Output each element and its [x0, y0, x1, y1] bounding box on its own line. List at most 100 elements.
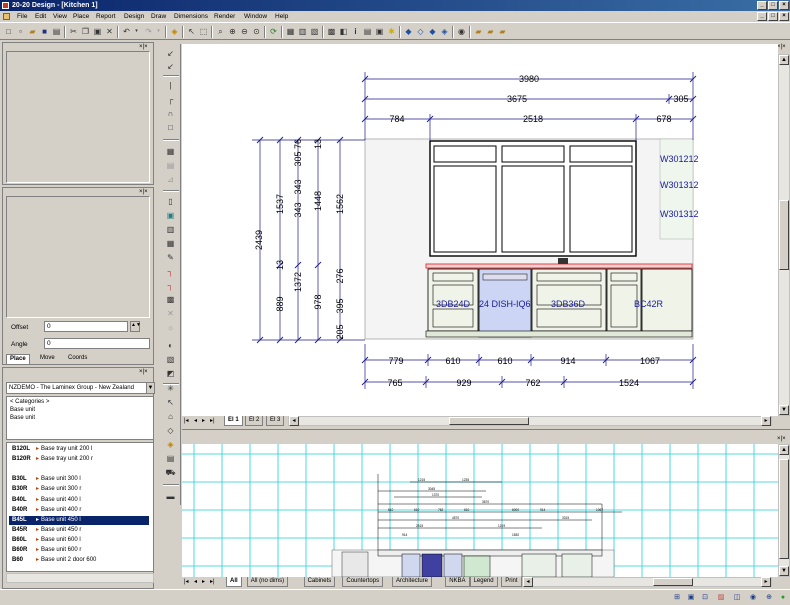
- plan-tab[interactable]: Countertops: [342, 577, 384, 587]
- snap-icon[interactable]: ▤: [165, 161, 176, 171]
- status-layer-icon[interactable]: ▣: [686, 593, 696, 603]
- light-icon[interactable]: ✱: [386, 26, 397, 37]
- catalog-item[interactable]: ▸ B45L Base unit 450 l: [9, 515, 149, 526]
- nav-first-icon[interactable]: |◂: [184, 578, 189, 585]
- page-icon[interactable]: ◧: [338, 26, 349, 37]
- scroll-thumb[interactable]: [449, 417, 529, 425]
- offset-stepper[interactable]: ▲▼: [130, 321, 141, 332]
- panel-close-icon[interactable]: ×|×: [139, 189, 148, 195]
- catalog-scrollbar[interactable]: [6, 573, 154, 583]
- menu-dimensions[interactable]: Dimensions: [174, 12, 208, 21]
- category-item[interactable]: Base unit: [10, 407, 35, 413]
- catalog-item[interactable]: [9, 465, 149, 475]
- undo-icon[interactable]: ↶: [121, 26, 132, 37]
- cart-icon[interactable]: ⛟: [165, 468, 176, 478]
- scroll-down-icon[interactable]: ▼: [779, 566, 789, 576]
- tab-move[interactable]: Move: [37, 354, 58, 364]
- status-ortho-icon[interactable]: ▨: [716, 593, 726, 603]
- status-link-icon[interactable]: ⊕: [764, 593, 774, 603]
- menu-render[interactable]: Render: [214, 12, 235, 21]
- nav-prev-icon[interactable]: ◂: [194, 417, 197, 424]
- child-minimize-button[interactable]: _: [757, 12, 767, 21]
- maximize-button[interactable]: □: [768, 1, 778, 10]
- wall-line-icon[interactable]: |: [165, 81, 176, 91]
- menu-report[interactable]: Report: [96, 12, 116, 21]
- material-icon[interactable]: ◩: [165, 369, 176, 379]
- angle-icon[interactable]: ⊿: [165, 175, 176, 185]
- category-breadcrumb[interactable]: < Categories >: [10, 399, 49, 405]
- minimize-button[interactable]: _: [757, 1, 767, 10]
- menu-edit[interactable]: Edit: [35, 12, 46, 21]
- nav-last-icon[interactable]: ▸|: [210, 578, 215, 585]
- folder-open-icon[interactable]: ▰: [473, 26, 484, 37]
- render-cube-icon[interactable]: ◆: [403, 26, 414, 37]
- rotate-icon[interactable]: ◐: [165, 341, 176, 351]
- plan-tab[interactable]: Architecture: [392, 577, 433, 587]
- wall-corner-icon[interactable]: ┌: [165, 95, 176, 105]
- menu-place[interactable]: Place: [73, 12, 89, 21]
- offset-input[interactable]: 0: [44, 321, 128, 332]
- catalog-item[interactable]: ▸ B30R Base unit 300 r: [9, 485, 149, 495]
- undo-dropdown-icon[interactable]: ▾: [133, 26, 140, 37]
- sun-icon[interactable]: ✳: [165, 384, 176, 394]
- camera-icon[interactable]: ◉: [456, 26, 467, 37]
- scroll-thumb[interactable]: [779, 459, 789, 559]
- elevation-view-icon[interactable]: ▥: [297, 26, 308, 37]
- nav-first-icon[interactable]: |◂: [184, 417, 189, 424]
- zoom-out-icon[interactable]: ⊖: [239, 26, 250, 37]
- scroll-right-icon[interactable]: ▸: [761, 416, 771, 426]
- nav-next-icon[interactable]: ▸: [202, 578, 205, 585]
- category-item[interactable]: Base unit: [10, 415, 35, 421]
- plan-tab[interactable]: All (no dims): [246, 577, 289, 587]
- catalog-item[interactable]: ▸ B45R Base unit 450 r: [9, 526, 149, 536]
- select-arrow-icon[interactable]: ↖: [186, 26, 197, 37]
- scroll-thumb[interactable]: [779, 200, 789, 270]
- child-close-button[interactable]: ×: [779, 12, 789, 21]
- folder-new-icon[interactable]: ▰: [485, 26, 496, 37]
- tab-coords[interactable]: Coords: [65, 354, 90, 364]
- plan-canvas[interactable]: 1215 1235 3045 1370 3670 610 610 762 610…: [182, 444, 778, 578]
- save-icon[interactable]: ■: [39, 26, 50, 37]
- catalog-select[interactable]: NZDEMO - The Laminex Group - New Zealand: [6, 382, 149, 394]
- tab-el-2[interactable]: El 2: [245, 416, 264, 426]
- status-object-icon[interactable]: ◫: [732, 593, 742, 603]
- render-shade-icon[interactable]: ◆: [427, 26, 438, 37]
- plan-tab[interactable]: NKBA: [445, 577, 470, 587]
- wall-u-icon[interactable]: ∩: [165, 109, 176, 119]
- catalog-item[interactable]: ▸ B40L Base unit 400 l: [9, 496, 149, 506]
- status-snap-icon[interactable]: ⊡: [700, 593, 710, 603]
- pencil-icon[interactable]: ✎: [165, 253, 176, 263]
- catalog-item[interactable]: ▸ B120L Base tray unit 200 l: [9, 445, 149, 455]
- zoom-icon[interactable]: ⌕: [215, 26, 226, 37]
- catalog-item[interactable]: ▸ B40R Base unit 400 r: [9, 506, 149, 516]
- redo-dropdown-icon[interactable]: ▾: [155, 26, 162, 37]
- nav-next-icon[interactable]: ▸: [202, 417, 205, 424]
- wall-box-icon[interactable]: □: [165, 123, 176, 133]
- delete-icon[interactable]: ✕: [104, 26, 115, 37]
- select-box-icon[interactable]: ⬚: [198, 26, 209, 37]
- menu-file[interactable]: File: [17, 12, 27, 21]
- catalog-item-list[interactable]: ▸ B120L Base tray unit 200 l ▸ B120R Base tra…: [6, 442, 154, 572]
- perspective-view-icon[interactable]: ▧: [309, 26, 320, 37]
- plan-view-icon[interactable]: ▦: [285, 26, 296, 37]
- cross-icon[interactable]: ✕: [165, 309, 176, 319]
- menu-view[interactable]: View: [53, 12, 67, 21]
- catalog-item[interactable]: ▸ B60 Base unit 2 door 600: [9, 556, 149, 566]
- scroll-left-icon[interactable]: ◂: [289, 416, 299, 426]
- redo-icon[interactable]: ↷: [143, 26, 154, 37]
- nav-prev-icon[interactable]: ◂: [194, 578, 197, 585]
- copy-icon[interactable]: ❐: [80, 26, 91, 37]
- menu-window[interactable]: Window: [244, 12, 267, 21]
- table-icon[interactable]: ▦: [165, 239, 176, 249]
- ruler-icon[interactable]: ▬: [165, 492, 176, 502]
- refresh-icon[interactable]: ⟳: [268, 26, 279, 37]
- plan-tab[interactable]: Legend: [469, 577, 498, 587]
- cabinet-icon[interactable]: ▥: [165, 225, 176, 235]
- close-button[interactable]: ×: [779, 1, 789, 10]
- paint-icon[interactable]: ▧: [165, 355, 176, 365]
- menu-draw[interactable]: Draw: [151, 12, 166, 21]
- open-folder-icon[interactable]: ▰: [27, 26, 38, 37]
- elevation-hscrollbar[interactable]: ◂ ▸: [288, 416, 772, 426]
- panel-close-icon[interactable]: ×|×: [139, 369, 148, 375]
- catalog-item[interactable]: ▸ B60L Base unit 600 l: [9, 536, 149, 546]
